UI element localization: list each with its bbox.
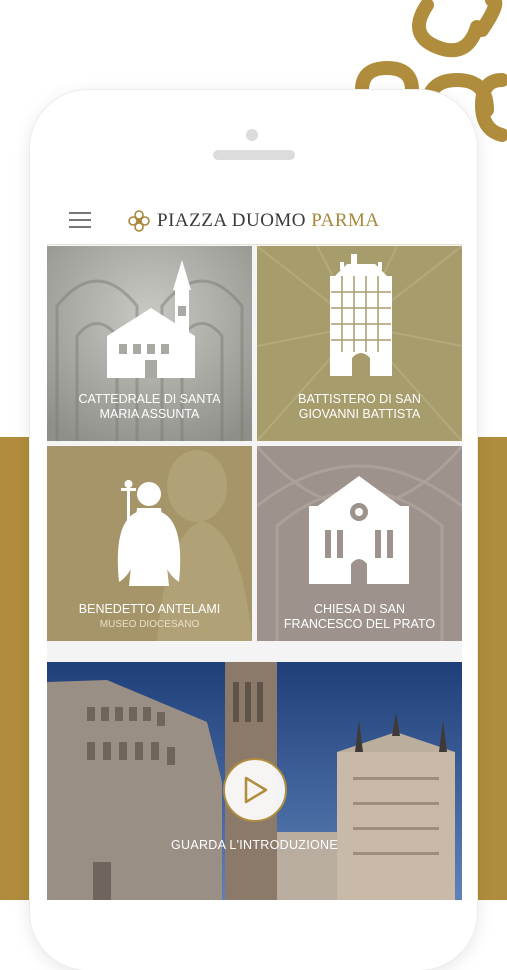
play-icon [244, 776, 268, 804]
tile-label: CATTEDRALE DI SANTA MARIA ASSUNTA [47, 392, 252, 422]
phone-camera [246, 129, 258, 141]
tile-chiesa-san-francesco[interactable]: CHIESA DI SAN FRANCESCO DEL PRATO [257, 446, 462, 641]
tile-benedetto-antelami[interactable]: BENEDETTO ANTELAMI MUSEO DIOCESANO [47, 446, 252, 641]
tile-label-line: CHIESA DI SAN [314, 602, 405, 616]
tile-battistero[interactable]: BATTISTERO DI SAN GIOVANNI BATTISTA [257, 246, 462, 441]
tile-label: BATTISTERO DI SAN GIOVANNI BATTISTA [257, 392, 462, 422]
tile-label-line: MARIA ASSUNTA [99, 407, 200, 421]
app-logo: PIAZZA DUOMO PARMA [127, 208, 380, 234]
app-title-accent: PARMA [311, 210, 380, 231]
intro-video-panel[interactable]: GUARDA L'INTRODUZIONE [47, 662, 462, 900]
tile-label: BENEDETTO ANTELAMI [47, 602, 252, 617]
tile-label-line: BENEDETTO ANTELAMI [78, 602, 221, 616]
tile-cattedrale[interactable]: CATTEDRALE DI SANTA MARIA ASSUNTA [47, 246, 252, 441]
phone-speaker [213, 150, 295, 160]
tile-label-line: BATTISTERO DI SAN [298, 392, 421, 406]
tile-label-line: GIOVANNI BATTISTA [298, 407, 421, 421]
app-title: PIAZZA DUOMO PARMA [157, 210, 380, 232]
hamburger-menu-icon[interactable] [69, 212, 91, 230]
tile-label-line: CATTEDRALE DI SANTA [78, 392, 221, 406]
play-button[interactable] [223, 758, 287, 822]
tile-label-line: FRANCESCO DEL PRATO [283, 617, 436, 631]
tile-label: CHIESA DI SAN FRANCESCO DEL PRATO [257, 602, 462, 632]
tile-sublabel: MUSEO DIOCESANO [99, 619, 200, 630]
intro-label: GUARDA L'INTRODUZIONE [170, 838, 339, 852]
app-header: PIAZZA DUOMO PARMA [47, 198, 462, 245]
app-screen: PIAZZA DUOMO PARMA CATTEDRALE DI SANTA M… [47, 198, 462, 900]
app-title-main: PIAZZA DUOMO [157, 210, 307, 231]
quatrefoil-logo-icon [128, 210, 150, 232]
